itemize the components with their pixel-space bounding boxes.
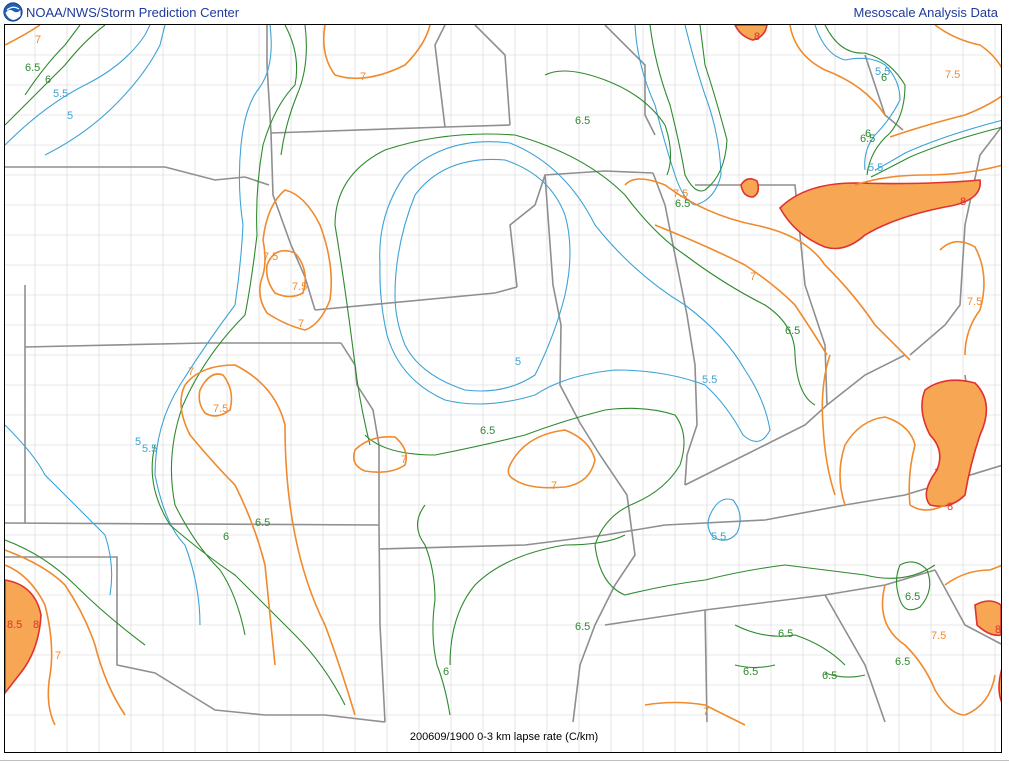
contour-label: 7.5	[263, 251, 278, 263]
contour-label: 5.5	[702, 374, 717, 386]
contour-label: 5.5	[142, 443, 157, 455]
contour-label: 8	[995, 624, 1001, 636]
map-caption: 200609/1900 0-3 km lapse rate (C/km)	[409, 731, 599, 743]
bottom-divider	[0, 760, 1009, 761]
contour-label: 6.5	[822, 670, 837, 682]
contour-label: 6	[443, 666, 449, 678]
header-title-left: NOAA/NWS/Storm Prediction Center	[26, 5, 240, 20]
contour-label: 6	[45, 74, 51, 86]
noaa-logo-icon	[3, 2, 23, 22]
map-panel: 7 6.5 6 5.5 5 7 8 5.5 6 7.5 6.5 6 5.5 6.…	[4, 24, 1002, 753]
contour-label: 5	[515, 356, 521, 368]
contour-label: 6.5	[895, 656, 910, 668]
contour-label: 7	[401, 454, 407, 466]
contour-label: 7.5	[931, 630, 946, 642]
contour-label: 7.5	[945, 69, 960, 81]
contour-label: 6.5	[255, 517, 270, 529]
contours-orange	[5, 25, 1001, 726]
contour-label: 5	[67, 110, 73, 122]
contour-label: 6.5	[778, 628, 793, 640]
contour-label: 8	[33, 619, 39, 631]
state-boundaries	[5, 25, 1001, 723]
contour-label: 6.5	[743, 666, 758, 678]
contour-label: 7.5	[213, 403, 228, 415]
contour-label: 7.5	[292, 281, 307, 293]
contour-label: 7	[35, 34, 41, 46]
contour-label: 8	[960, 196, 966, 208]
contour-label: 7	[551, 480, 557, 492]
contour-label: 6.5	[575, 115, 590, 127]
contour-label: 7	[188, 366, 194, 378]
contour-label: 5.5	[53, 88, 68, 100]
contour-label: 7	[360, 71, 366, 83]
contour-label: 6	[223, 531, 229, 543]
contour-label: 7	[750, 271, 756, 283]
contour-label: 6.5	[785, 325, 800, 337]
contours-green	[5, 25, 1001, 716]
contour-label: 8.5	[7, 619, 22, 631]
contour-label: 7	[55, 650, 61, 662]
contour-label: 6.5	[25, 62, 40, 74]
lapse-rate-map: 7 6.5 6 5.5 5 7 8 5.5 6 7.5 6.5 6 5.5 6.…	[5, 25, 1001, 752]
contour-label: 8	[947, 501, 953, 513]
header-title-right: Mesoscale Analysis Data	[853, 5, 998, 20]
header-bar: NOAA/NWS/Storm Prediction Center Mesosca…	[0, 0, 1009, 24]
contour-label: 8	[754, 31, 760, 43]
contour-label: 6.5	[480, 425, 495, 437]
contour-label: 5	[135, 436, 141, 448]
contour-label: 5.5	[868, 162, 883, 174]
contour-label: 6.5	[675, 198, 690, 210]
contour-label: 5.5	[711, 531, 726, 543]
contour-label: 6.5	[860, 133, 875, 145]
contour-label: 6.5	[905, 591, 920, 603]
contour-label: 7	[703, 706, 709, 718]
contour-label: 6.5	[575, 621, 590, 633]
contour-label: 6	[881, 72, 887, 84]
contour-label: 7.5	[967, 296, 982, 308]
lapse-rate-fill-8	[5, 25, 1001, 703]
contour-label: 7	[298, 318, 304, 330]
